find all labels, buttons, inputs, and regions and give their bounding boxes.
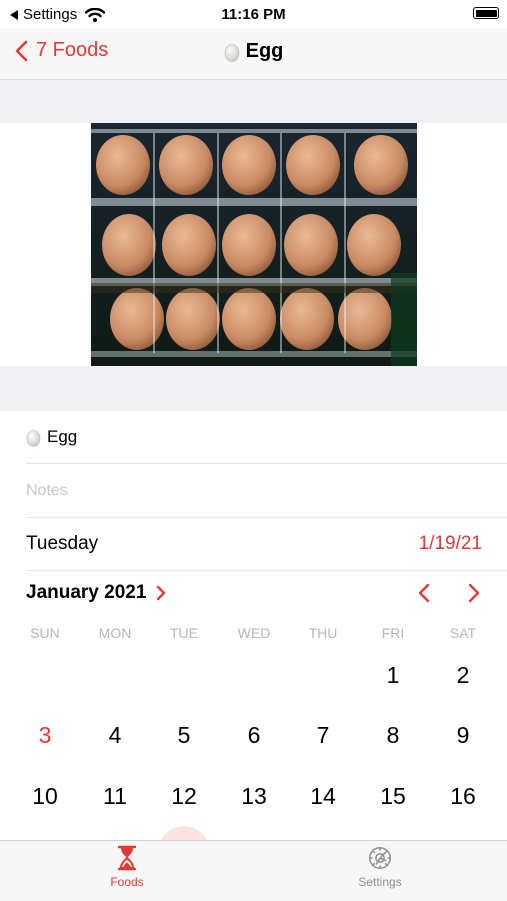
- egg-icon: [224, 43, 239, 62]
- hourglass-icon: [117, 845, 137, 871]
- calendar-day[interactable]: 12: [162, 783, 206, 810]
- notes-row: [26, 464, 507, 518]
- page-title: Egg: [0, 40, 507, 63]
- calendar-day[interactable]: 7: [301, 722, 345, 749]
- gear-icon: [369, 847, 391, 869]
- calendar-day[interactable]: 9: [441, 722, 485, 749]
- battery-icon: [473, 7, 499, 19]
- calendar-day[interactable]: 2: [441, 662, 485, 689]
- calendar-day[interactable]: 13: [232, 783, 276, 810]
- weekday-header: WED: [237, 625, 271, 641]
- navigation-bar: 7 Foods Egg: [0, 28, 507, 80]
- notes-input[interactable]: [26, 464, 466, 517]
- chevron-left-icon: [418, 583, 430, 603]
- calendar-day[interactable]: 11: [93, 783, 137, 810]
- page-title-text: Egg: [245, 40, 284, 62]
- calendar-day[interactable]: 16: [441, 783, 485, 810]
- calendar-day[interactable]: 5: [162, 722, 206, 749]
- previous-month-button[interactable]: [417, 582, 431, 609]
- calendar-header: January 2021: [26, 578, 481, 610]
- food-name-text: Egg: [47, 427, 78, 446]
- calendar-day[interactable]: 4: [93, 722, 137, 749]
- month-picker-button[interactable]: January 2021: [26, 582, 166, 604]
- status-bar: Settings 11:16 PM: [0, 0, 507, 28]
- food-photo-area: [0, 123, 507, 366]
- calendar-day[interactable]: 6: [232, 722, 276, 749]
- weekday-header: MON: [98, 625, 132, 641]
- chevron-right-icon: [468, 583, 480, 603]
- calendar-day[interactable]: 10: [23, 783, 67, 810]
- date-value[interactable]: 1/19/21: [419, 533, 482, 555]
- chevron-right-icon: [157, 585, 166, 601]
- weekday-header: THU: [308, 625, 338, 641]
- status-time: 11:16 PM: [221, 6, 286, 23]
- calendar-day-today[interactable]: 3: [23, 722, 67, 749]
- next-month-button[interactable]: [467, 582, 481, 609]
- calendar-day[interactable]: 14: [301, 783, 345, 810]
- food-name-row[interactable]: Egg: [26, 411, 507, 464]
- month-label: January 2021: [26, 582, 147, 603]
- tab-foods-label: Foods: [110, 875, 144, 889]
- calendar-day[interactable]: 8: [371, 722, 415, 749]
- egg-carton-photo[interactable]: [91, 123, 417, 366]
- weekday-header: SAT: [449, 625, 477, 641]
- calendar-day[interactable]: 1: [371, 662, 415, 689]
- tab-settings[interactable]: Settings: [320, 845, 440, 889]
- date-weekday: Tuesday: [26, 533, 99, 554]
- tab-settings-label: Settings: [358, 875, 402, 889]
- weekday-header: SUN: [30, 625, 60, 641]
- section-spacer-middle: [0, 366, 507, 411]
- date-row[interactable]: Tuesday 1/19/21: [26, 518, 507, 571]
- weekday-header: FRI: [381, 625, 405, 641]
- tab-bar: Foods Settings: [0, 840, 507, 901]
- section-spacer-top: [0, 80, 507, 123]
- egg-icon: [26, 429, 41, 447]
- weekday-header: TUE: [170, 625, 198, 641]
- tab-foods[interactable]: Foods: [67, 845, 187, 889]
- calendar-day[interactable]: 15: [371, 783, 415, 810]
